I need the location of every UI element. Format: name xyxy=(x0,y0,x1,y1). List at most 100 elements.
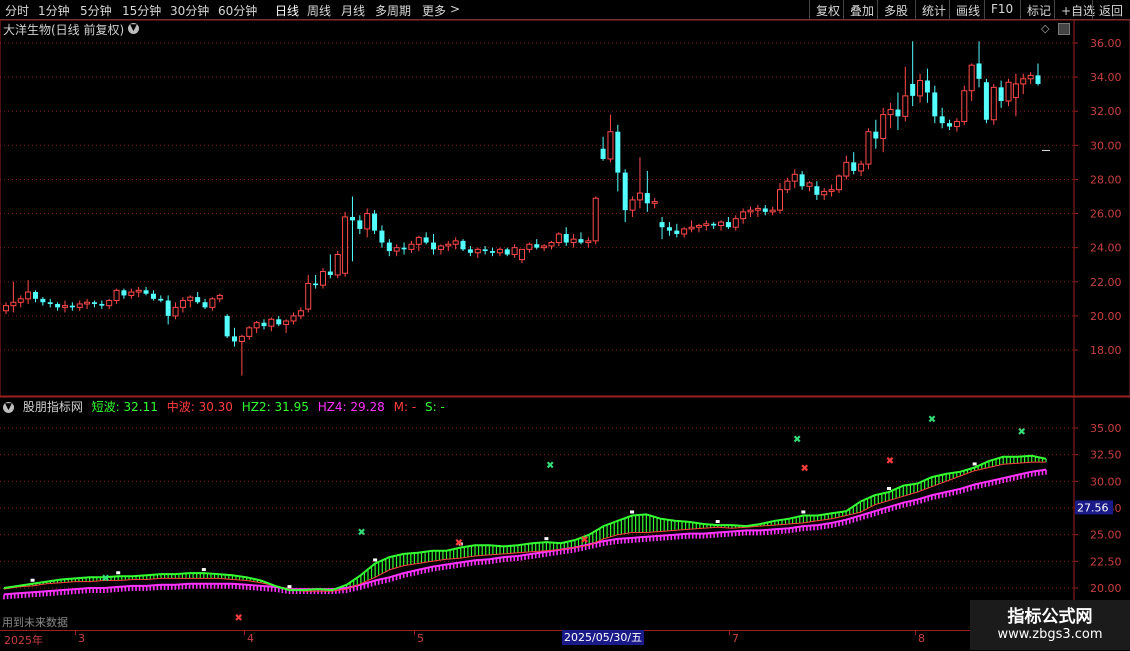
candle-body xyxy=(393,247,400,252)
candle-body xyxy=(968,64,975,92)
watermark-url: www.zbgs3.com xyxy=(997,627,1103,642)
candle-body xyxy=(135,289,142,293)
candle-body xyxy=(548,242,555,247)
candle-body xyxy=(504,249,510,255)
candle-body xyxy=(659,222,665,228)
candle-body xyxy=(113,289,120,302)
candle-body xyxy=(490,251,496,253)
buy-signal-mark: ✖ xyxy=(928,414,936,425)
candle-body xyxy=(534,244,540,248)
buy-signal-mark: ✖ xyxy=(101,573,109,584)
candle-body xyxy=(976,63,982,79)
mid-wave-value: 中波: 30.30 xyxy=(166,400,233,414)
candle-body xyxy=(25,291,32,300)
candle-body xyxy=(747,209,754,213)
candle-body xyxy=(711,223,717,226)
candle-body xyxy=(791,173,798,182)
candle-body xyxy=(334,253,341,276)
candle-body xyxy=(467,249,473,253)
candle-body xyxy=(990,86,997,121)
candle-body xyxy=(84,301,91,305)
candle-body xyxy=(283,320,290,325)
m-value: M: - xyxy=(393,400,417,414)
current-value-label: 27.56 xyxy=(1077,501,1109,514)
date-label-jul: 7 xyxy=(732,632,739,645)
candle-body xyxy=(158,298,164,301)
future-data-note: 用到未来数据 xyxy=(2,616,68,629)
candle-body xyxy=(518,248,526,261)
candle-body xyxy=(460,240,466,250)
candle-body xyxy=(555,233,562,244)
candle-body xyxy=(917,80,924,97)
candle-body xyxy=(666,227,672,231)
candle-body xyxy=(858,163,865,172)
wave-marker xyxy=(886,487,891,490)
candle-body xyxy=(600,148,606,159)
candle-body xyxy=(947,123,953,127)
candle-body xyxy=(47,302,53,304)
candle-body xyxy=(592,197,599,242)
candle-body xyxy=(179,300,186,308)
watermark-title: 指标公式网 xyxy=(1007,607,1093,627)
wave-marker xyxy=(972,462,977,466)
candle-body xyxy=(474,248,481,254)
chevron-down-icon[interactable]: ▼ xyxy=(3,402,14,413)
candle-body xyxy=(674,230,680,235)
candle-body xyxy=(379,230,385,243)
candle-body xyxy=(408,243,415,250)
candle-body xyxy=(55,303,61,308)
candle-body xyxy=(511,247,518,255)
short-wave-line xyxy=(3,454,1047,592)
candle-body xyxy=(268,318,275,327)
sell-signal-mark: ✖ xyxy=(800,463,808,474)
candle-body xyxy=(880,114,887,140)
buy-signal-mark: ✖ xyxy=(1018,427,1026,438)
buy-signal-mark: ✖ xyxy=(793,435,801,446)
wave-marker xyxy=(630,510,635,514)
date-label-year: 2025年 xyxy=(4,634,43,647)
candle-body xyxy=(1035,75,1041,84)
candle-body xyxy=(216,294,223,300)
candle-body xyxy=(910,83,916,96)
hz4-value: HZ4: 29.28 xyxy=(317,400,385,414)
candle-body xyxy=(983,82,989,120)
candle-body xyxy=(246,327,253,337)
candle-body xyxy=(1020,78,1027,85)
candle-body xyxy=(607,131,614,160)
candle-body xyxy=(40,298,46,303)
date-label-aug: 8 xyxy=(918,632,925,645)
wave-marker xyxy=(201,568,206,572)
candle-body xyxy=(150,293,156,299)
candle-body xyxy=(364,213,371,230)
wave-marker xyxy=(544,537,549,541)
candle-body xyxy=(401,247,407,250)
candle-body xyxy=(276,319,282,325)
short-wave-value: 短波: 32.11 xyxy=(91,400,158,414)
candle-body xyxy=(961,90,968,122)
price-tick-label: 36.00 xyxy=(1090,37,1122,50)
indicator-tick-label: 32.50 xyxy=(1090,449,1122,462)
candle-body xyxy=(437,245,444,250)
price-tick-label: 18.00 xyxy=(1090,344,1122,357)
candle-body xyxy=(851,162,857,171)
wave-marker xyxy=(373,558,378,562)
candle-body xyxy=(305,282,312,310)
candle-body xyxy=(297,310,304,317)
candle-body xyxy=(688,226,695,230)
wave-marker xyxy=(715,520,720,524)
indicator-tick-label: 35.00 xyxy=(1090,422,1122,435)
buy-signal-mark: ✖ xyxy=(546,460,554,471)
candle-body xyxy=(482,249,488,252)
candle-body xyxy=(776,189,784,211)
candle-body xyxy=(121,290,127,296)
price-tick-label: 28.00 xyxy=(1090,173,1122,186)
candle-body xyxy=(290,315,297,322)
candle-body xyxy=(754,207,761,211)
price-tick-label: 20.00 xyxy=(1090,310,1122,323)
hz2-value: HZ2: 31.95 xyxy=(241,400,309,414)
candle-body xyxy=(873,131,879,139)
candle-body xyxy=(327,271,333,275)
candle-body xyxy=(651,201,658,204)
candle-body xyxy=(386,242,392,252)
candle-body xyxy=(695,224,702,228)
